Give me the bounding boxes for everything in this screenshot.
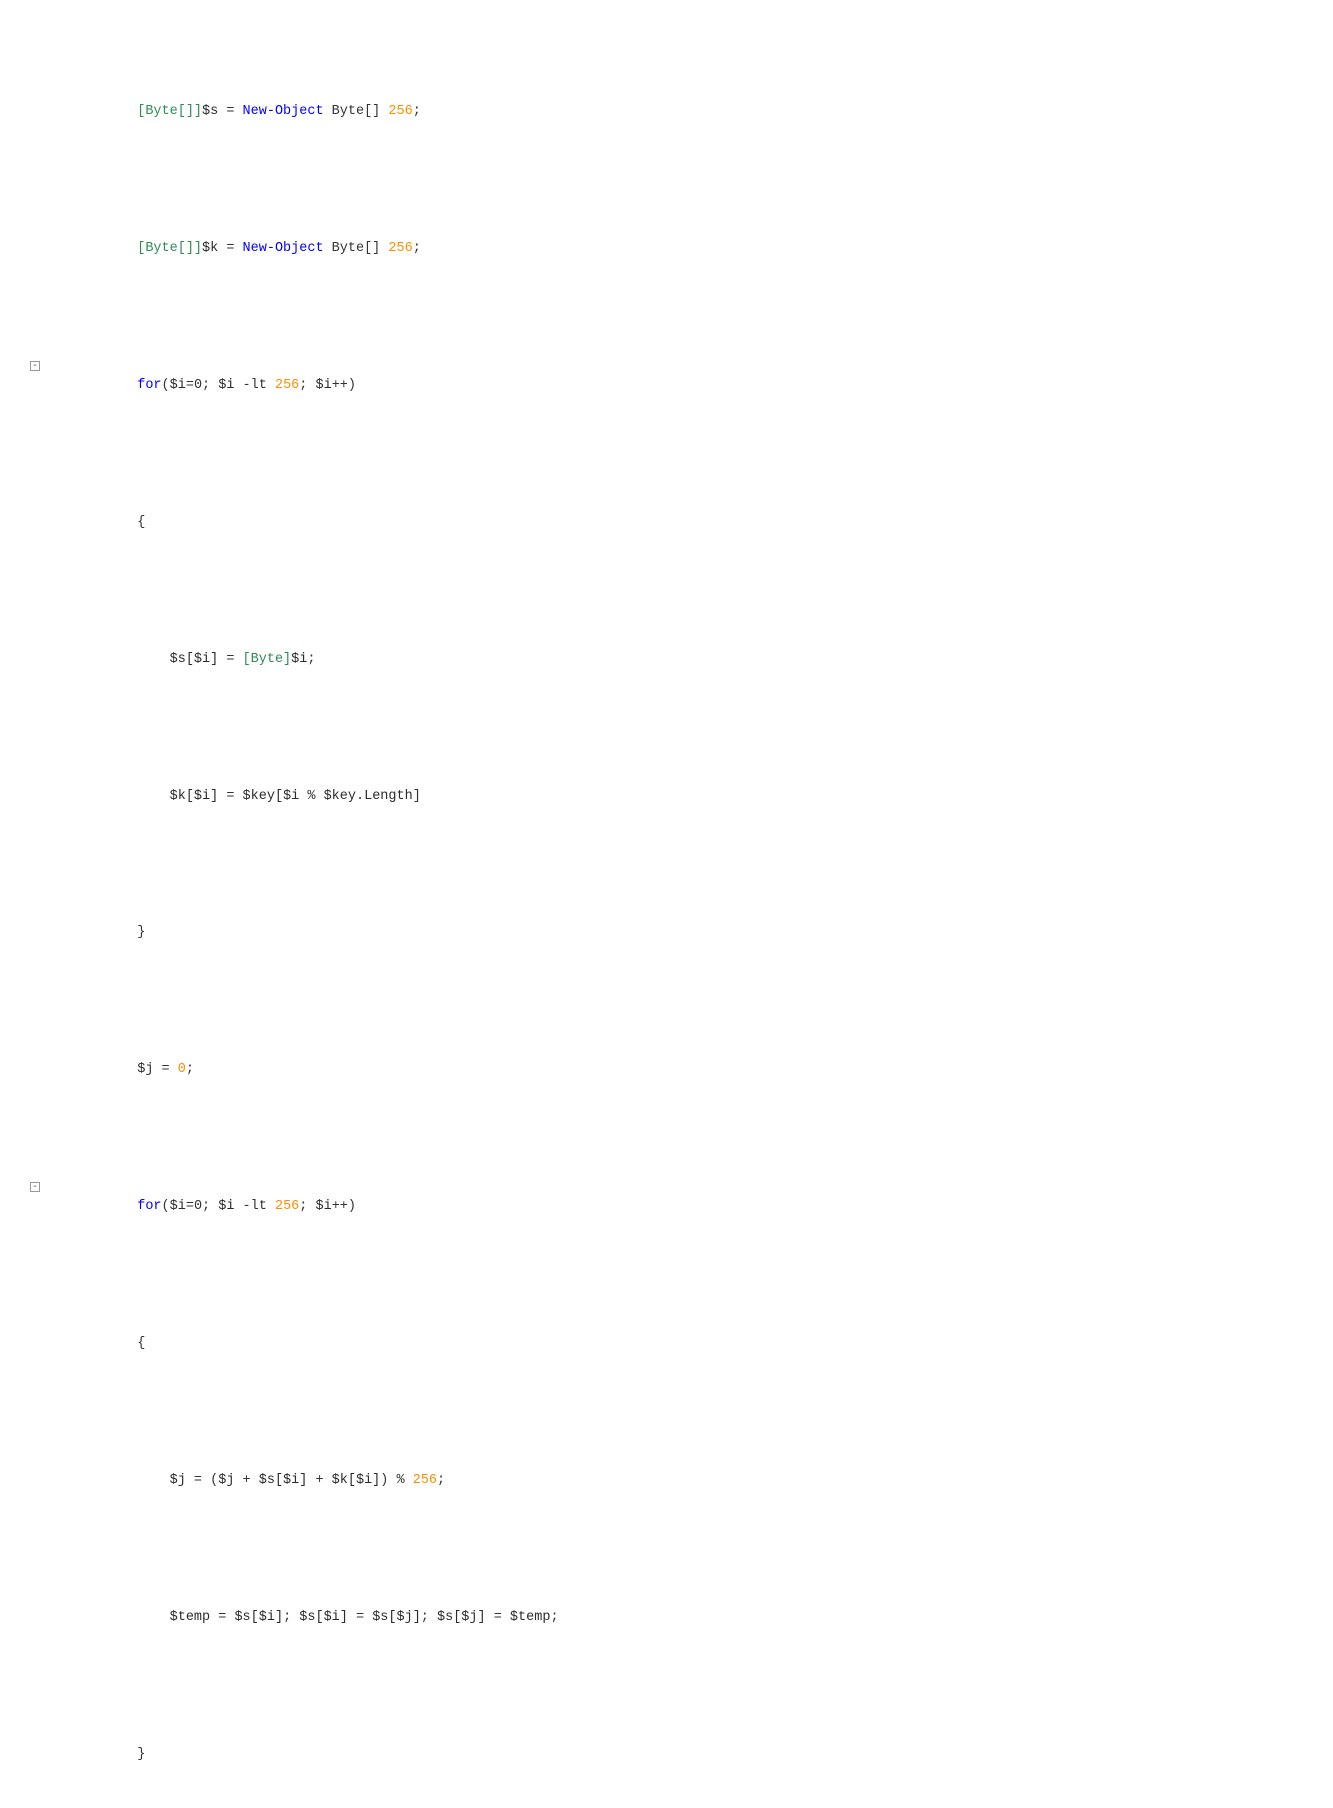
code-line: $temp = $s[$i]; $s[$i] = $s[$j]; $s[$j] … [30,1589,1333,1648]
code-line: - for($i=0; $i -lt 256; $i++) [30,1178,1333,1237]
code-line: [Byte[]]$s = New-Object Byte[] 256; [30,82,1333,141]
code-line: $j = 0; [30,1041,1333,1100]
code-line: { [30,493,1333,552]
code-line: { [30,1315,1333,1374]
code-line: } [30,904,1333,963]
fold-icon[interactable]: - [30,361,40,371]
code-line: - for($i=0; $i -lt 256; $i++) [30,356,1333,415]
code-line: $k[$i] = $key[$i % $key.Length] [30,767,1333,826]
code-block: [Byte[]]$s = New-Object Byte[] 256; [Byt… [0,0,1333,1808]
code-line: $j = ($j + $s[$i] + $k[$i]) % 256; [30,1452,1333,1511]
code-container: [Byte[]]$s = New-Object Byte[] 256; [Byt… [0,0,1333,1808]
code-line: } [30,1726,1333,1785]
code-line: $s[$i] = [Byte]$i; [30,630,1333,689]
fold-icon[interactable]: - [30,1182,40,1192]
code-line: [Byte[]]$k = New-Object Byte[] 256; [30,219,1333,278]
